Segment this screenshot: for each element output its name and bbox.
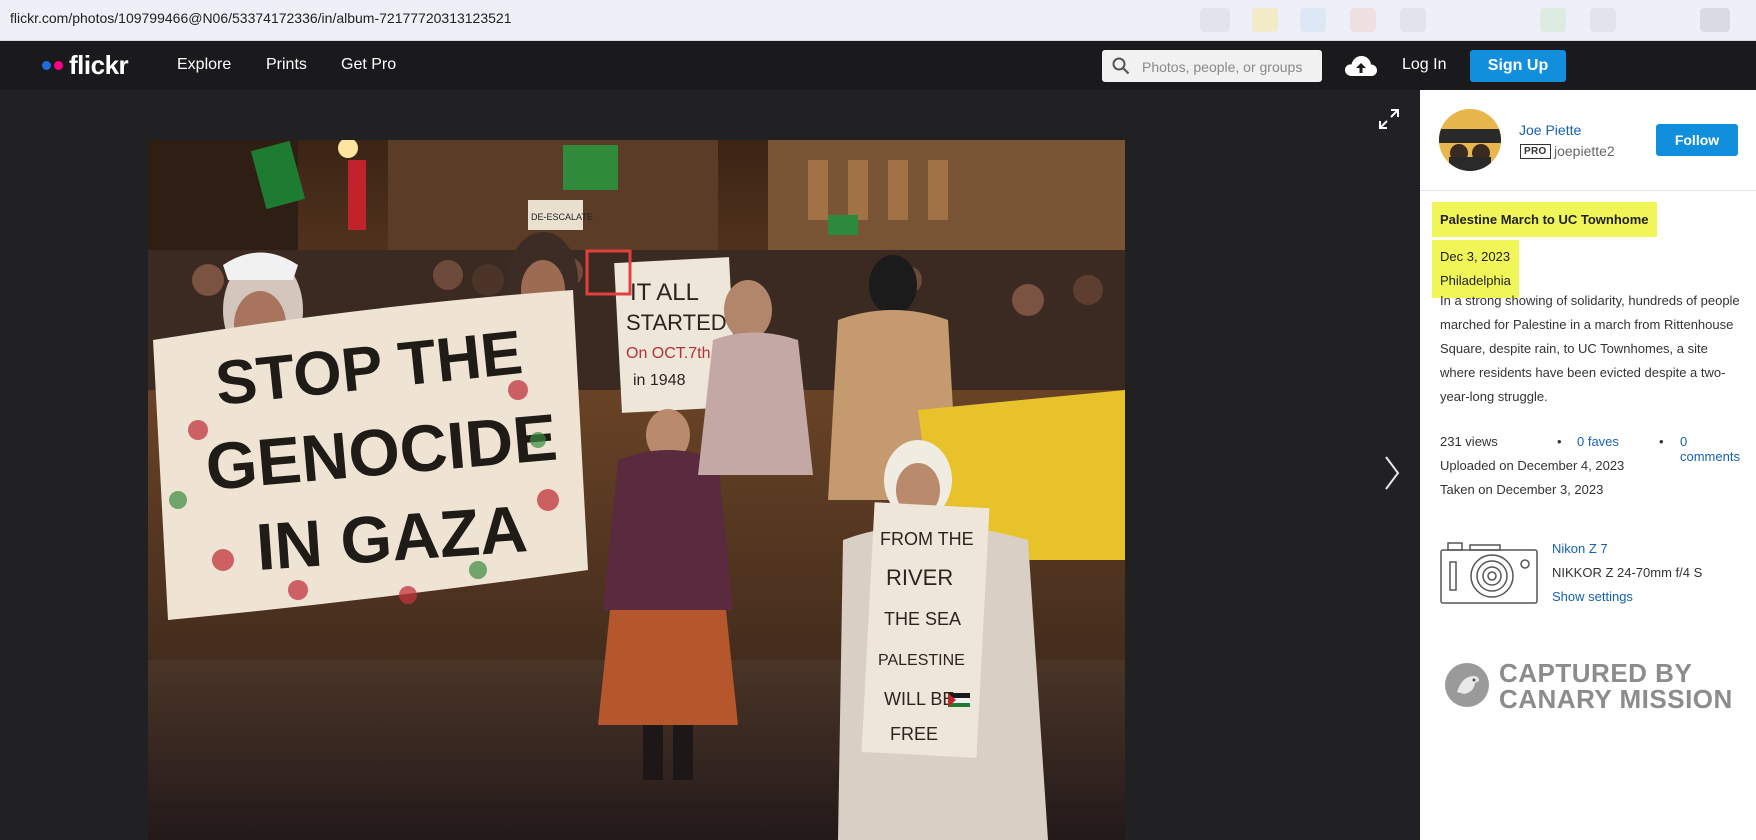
photo-title: Palestine March to UC Townhome xyxy=(1432,202,1657,237)
extension-icon[interactable] xyxy=(1252,8,1278,32)
photo-description: In a strong showing of solidarity, hundr… xyxy=(1440,293,1740,404)
follow-button[interactable]: Follow xyxy=(1656,124,1738,156)
canary-mission-watermark: CAPTURED BY CANARY MISSION xyxy=(1444,650,1744,720)
photo-stats: 231 views • 0 faves • 0 comments xyxy=(1440,434,1750,464)
lens-model: NIKKOR Z 24-70mm f/4 S xyxy=(1552,565,1703,580)
search-input[interactable] xyxy=(1140,56,1320,78)
protest-photo-image: DE-ESCALATE STOP THE GENOCIDE IN GAZA IT… xyxy=(148,140,1125,840)
uploaded-date: Uploaded on December 4, 2023 xyxy=(1440,458,1625,473)
owner-handle[interactable]: joepiette2 xyxy=(1554,143,1615,159)
pro-badge: PRO xyxy=(1520,144,1551,159)
canary-logo-icon xyxy=(1445,663,1489,707)
photo-date: Dec 3, 2023 xyxy=(1440,249,1511,264)
photo-viewer: DE-ESCALATE STOP THE GENOCIDE IN GAZA IT… xyxy=(0,90,1420,840)
expand-icon[interactable] xyxy=(1378,108,1400,130)
logo-text: flickr xyxy=(69,49,129,80)
avatar-image xyxy=(1439,109,1501,171)
sign-center-line-1: IT ALL xyxy=(630,279,699,306)
owner-avatar[interactable] xyxy=(1439,109,1501,171)
owner-name-link[interactable]: Joe Piette xyxy=(1519,122,1581,138)
stat-separator: • xyxy=(1557,434,1562,449)
watermark-text: CAPTURED BY CANARY MISSION xyxy=(1499,660,1733,712)
main-photo[interactable]: DE-ESCALATE STOP THE GENOCIDE IN GAZA IT… xyxy=(148,140,1125,840)
sign-center-line-3: On OCT.7th xyxy=(626,345,710,362)
nav-prints[interactable]: Prints xyxy=(266,56,307,74)
camera-model-link[interactable]: Nikon Z 7 xyxy=(1552,541,1608,556)
street-sign-text: DE-ESCALATE xyxy=(531,212,593,222)
extension-icon[interactable] xyxy=(1350,8,1376,32)
logo-blue-dot xyxy=(42,60,51,70)
watermark-line-2: CANARY MISSION xyxy=(1499,684,1733,714)
login-link[interactable]: Log In xyxy=(1402,56,1446,74)
taken-date[interactable]: Taken on December 3, 2023 xyxy=(1440,482,1603,497)
faves-link[interactable]: 0 faves xyxy=(1577,434,1619,449)
flickr-logo[interactable]: flickr xyxy=(42,49,129,80)
extension-icon[interactable] xyxy=(1590,8,1616,32)
search-box[interactable] xyxy=(1102,50,1322,82)
signup-button[interactable]: Sign Up xyxy=(1470,50,1566,82)
photo-info-sidebar: Joe Piette PRO joepiette2 Follow Palesti… xyxy=(1420,90,1756,840)
sign-center-line-4: in 1948 xyxy=(633,372,686,389)
extension-icon[interactable] xyxy=(1300,8,1326,32)
stat-separator: • xyxy=(1659,434,1664,449)
show-settings-link[interactable]: Show settings xyxy=(1552,589,1633,604)
extension-icon[interactable] xyxy=(1200,8,1230,32)
sidebar-divider xyxy=(1420,190,1756,191)
nav-explore[interactable]: Explore xyxy=(177,56,231,74)
watermark-line-1: CAPTURED BY xyxy=(1499,658,1693,688)
sign-right-line-2: RIVER xyxy=(886,565,953,590)
nav-get-pro[interactable]: Get Pro xyxy=(341,56,396,74)
sign-right-line-6: FREE xyxy=(890,724,938,744)
sign-center-line-2: STARTED xyxy=(626,310,727,335)
search-icon xyxy=(1112,57,1130,75)
extension-icon[interactable] xyxy=(1400,8,1426,32)
sign-right-line-4: PALESTINE xyxy=(878,652,965,669)
camera-icon xyxy=(1440,542,1538,604)
upload-cloud-icon[interactable] xyxy=(1344,54,1378,78)
comments-link[interactable]: 0 comments xyxy=(1680,434,1750,464)
views-count: 231 views xyxy=(1440,434,1498,449)
top-navigation: flickr Explore Prints Get Pro Log In Sig… xyxy=(0,41,1756,90)
logo-pink-dot xyxy=(54,60,63,70)
url-text[interactable]: flickr.com/photos/109799466@N06/53374172… xyxy=(10,10,512,26)
extension-icon[interactable] xyxy=(1700,8,1730,32)
extension-icon[interactable] xyxy=(1540,8,1566,32)
sign-right-line-1: FROM THE xyxy=(880,529,974,549)
sign-right-line-5: WILL BE xyxy=(884,689,954,709)
browser-url-bar[interactable]: flickr.com/photos/109799466@N06/53374172… xyxy=(0,0,1756,41)
next-arrow-icon[interactable] xyxy=(1384,455,1400,491)
sign-right-line-3: THE SEA xyxy=(884,609,961,629)
